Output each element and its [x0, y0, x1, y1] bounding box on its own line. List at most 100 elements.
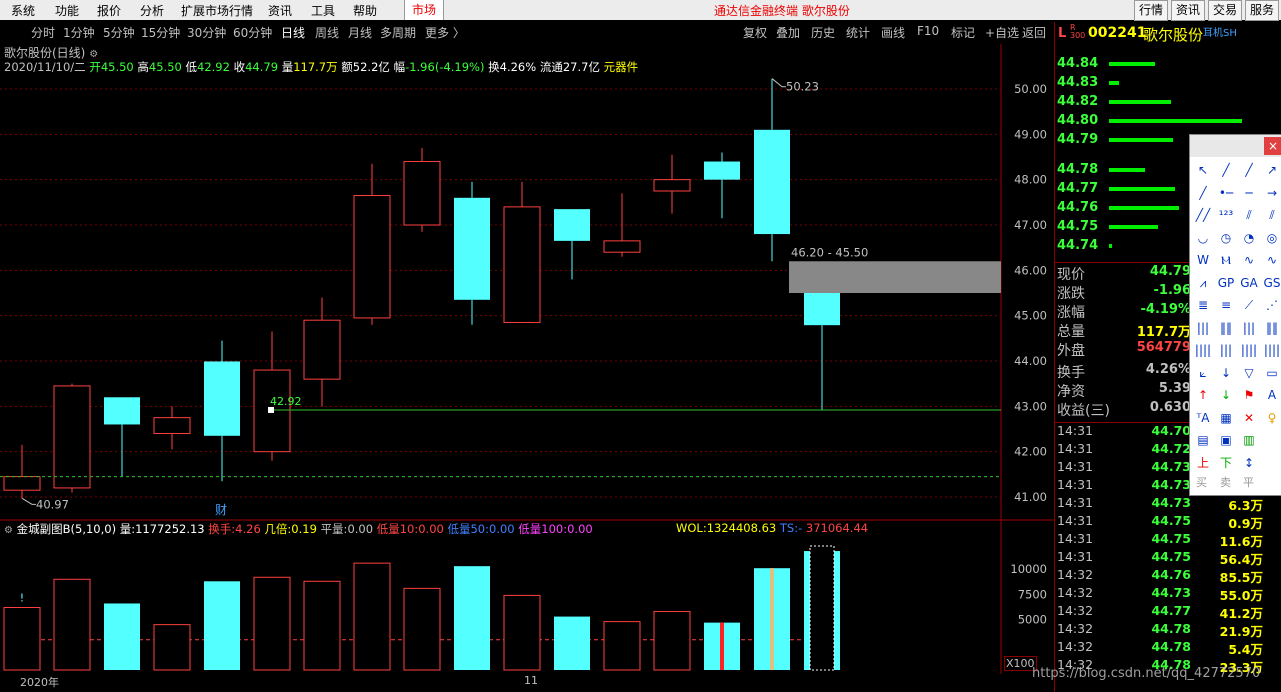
ray-icon[interactable]: ╱ — [1240, 161, 1258, 179]
btn-service[interactable]: 服务 — [1245, 0, 1280, 21]
list-icon[interactable]: ▤ — [1194, 431, 1212, 449]
toolbox-close-button[interactable]: × — [1264, 137, 1281, 155]
gp-icon[interactable]: GP — [1217, 274, 1235, 292]
barcode3-icon[interactable]: |||| — [1240, 341, 1258, 359]
bars4-icon[interactable]: ‖‖ — [1263, 319, 1281, 337]
channel-icon[interactable]: ╱╱ — [1194, 206, 1212, 224]
clock-icon[interactable]: ◔ — [1240, 229, 1258, 247]
bars2-icon[interactable]: ‖‖ — [1217, 319, 1235, 337]
parallel2-icon[interactable]: ⫽ — [1263, 206, 1281, 224]
menu-system[interactable]: 系统 — [11, 2, 35, 19]
trade-buy[interactable]: 买 — [1196, 474, 1207, 490]
btn-mark[interactable]: 标记 — [951, 24, 975, 41]
btn-draw[interactable]: 画线 — [881, 24, 905, 41]
bars3-icon[interactable]: ||| — [1240, 319, 1258, 337]
menu-tools[interactable]: 工具 — [311, 2, 335, 19]
period-multi[interactable]: 多周期 — [380, 24, 416, 41]
fan2-icon[interactable]: ⋰ — [1263, 296, 1281, 314]
period-more[interactable]: 更多 〉 — [425, 24, 465, 41]
hline-arrow-icon[interactable]: → — [1263, 184, 1281, 202]
triangle-icon[interactable]: ▽ — [1240, 364, 1258, 382]
cursor-icon[interactable]: ↖ — [1194, 161, 1212, 179]
period-weekly[interactable]: 周线 — [315, 24, 339, 41]
up-mark-icon[interactable]: 上 — [1194, 454, 1212, 472]
wave2-icon[interactable]: ∿ — [1263, 251, 1281, 269]
period-5min[interactable]: 5分钟 — [103, 24, 135, 41]
gs-icon[interactable]: GS — [1263, 274, 1281, 292]
menu-function[interactable]: 功能 — [55, 2, 79, 19]
order-book-row[interactable]: 44.84 — [1057, 56, 1191, 75]
candlestick-chart[interactable]: 50.00 49.00 48.00 47.00 46.00 45.00 44.00 43.00… — [0, 44, 1054, 692]
period-30min[interactable]: 30分钟 — [187, 24, 226, 41]
trade-close[interactable]: 平 — [1243, 474, 1254, 490]
period-1min[interactable]: 1分钟 — [63, 24, 95, 41]
barcode4-icon[interactable]: |||| — [1263, 341, 1281, 359]
bulb-icon[interactable]: ♀ — [1263, 409, 1281, 427]
segment-icon[interactable]: ╱ — [1194, 184, 1212, 202]
order-book-row[interactable]: 44.74 — [1057, 238, 1191, 257]
barcode2-icon[interactable]: ||| — [1217, 341, 1235, 359]
arc-icon[interactable]: ◡ — [1194, 229, 1212, 247]
dot-line-icon[interactable]: •─ — [1217, 184, 1235, 202]
money-icon[interactable]: ▥ — [1240, 431, 1258, 449]
down-green-icon[interactable]: ↓ — [1217, 386, 1235, 404]
updown-icon[interactable]: ↕ — [1240, 454, 1258, 472]
order-book-row[interactable]: 44.77 — [1057, 181, 1191, 200]
btn-history[interactable]: 历史 — [811, 24, 835, 41]
down-arrow-icon[interactable]: ↓ — [1217, 364, 1235, 382]
up-red-icon[interactable]: ↑ — [1194, 386, 1212, 404]
btn-adjust[interactable]: 复权 — [743, 24, 767, 41]
period-daily[interactable]: 日线 — [281, 24, 305, 41]
wave-icon[interactable]: W — [1194, 251, 1212, 269]
fib2-icon[interactable]: ≡ — [1217, 296, 1235, 314]
fib-icon[interactable]: ≣ — [1194, 296, 1212, 314]
order-book-row[interactable]: 44.78 — [1057, 162, 1191, 181]
menu-market[interactable]: 市场 — [404, 0, 444, 20]
parallel-icon[interactable]: ⫽ — [1240, 206, 1258, 224]
menu-quote[interactable]: 报价 — [97, 2, 121, 19]
abc-icon[interactable]: ∿ — [1240, 251, 1258, 269]
btn-add-watchlist[interactable]: +自选 — [985, 24, 1019, 41]
order-book-row[interactable]: 44.79 — [1057, 132, 1191, 151]
btn-f10[interactable]: F10 — [917, 24, 939, 38]
flag-icon[interactable]: ⚑ — [1240, 386, 1258, 404]
btn-info[interactable]: 资讯 — [1171, 0, 1206, 21]
order-book-row[interactable]: 44.83 — [1057, 75, 1191, 94]
period-60min[interactable]: 60分钟 — [233, 24, 272, 41]
barcode-icon[interactable]: |||| — [1194, 341, 1212, 359]
ga-icon[interactable]: GA — [1240, 274, 1258, 292]
rect-icon[interactable]: ▭ — [1263, 364, 1281, 382]
fan-icon[interactable]: ⟋ — [1240, 296, 1258, 314]
btn-overlay[interactable]: 叠加 — [776, 24, 800, 41]
trade-sell[interactable]: 卖 — [1220, 474, 1231, 490]
mountain-icon[interactable]: ⩘ — [1194, 274, 1212, 292]
line-icon[interactable]: ╱ — [1217, 161, 1235, 179]
text-icon[interactable]: ᵀA — [1194, 409, 1212, 427]
menu-extended-market[interactable]: 扩展市场行情 — [181, 2, 253, 19]
circle-icon[interactable]: ◷ — [1217, 229, 1235, 247]
delete-icon[interactable]: ✕ — [1240, 409, 1258, 427]
eraser-icon[interactable]: ▦ — [1217, 409, 1235, 427]
menu-analysis[interactable]: 分析 — [140, 2, 164, 19]
order-book-row[interactable]: 44.76 — [1057, 200, 1191, 219]
target-icon[interactable]: ◎ — [1263, 229, 1281, 247]
menu-help[interactable]: 帮助 — [353, 2, 377, 19]
hline-icon[interactable]: ─ — [1240, 184, 1258, 202]
period-monthly[interactable]: 月线 — [348, 24, 372, 41]
order-book-row[interactable]: 44.75 — [1057, 219, 1191, 238]
btn-trade[interactable]: 交易 — [1208, 0, 1243, 21]
btn-statistics[interactable]: 统计 — [846, 24, 870, 41]
text-a-icon[interactable]: A — [1263, 386, 1281, 404]
list2-icon[interactable]: ▣ — [1217, 431, 1235, 449]
period-timeshare[interactable]: 分时 — [31, 24, 55, 41]
order-book-row[interactable]: 44.82 — [1057, 94, 1191, 113]
arrow-line-icon[interactable]: ↗ — [1263, 161, 1281, 179]
bars-icon[interactable]: ||| — [1194, 319, 1212, 337]
zigzag-icon[interactable]: Ⲙ — [1217, 251, 1235, 269]
menu-news[interactable]: 资讯 — [268, 2, 292, 19]
settings-gear-icon[interactable]: ⚙ — [4, 525, 13, 536]
num-icon[interactable]: ¹²³ — [1217, 206, 1235, 224]
btn-market-quotes[interactable]: 行情 — [1134, 0, 1169, 21]
btn-back[interactable]: 返回 — [1022, 24, 1046, 41]
down-mark-icon[interactable]: 下 — [1217, 454, 1235, 472]
